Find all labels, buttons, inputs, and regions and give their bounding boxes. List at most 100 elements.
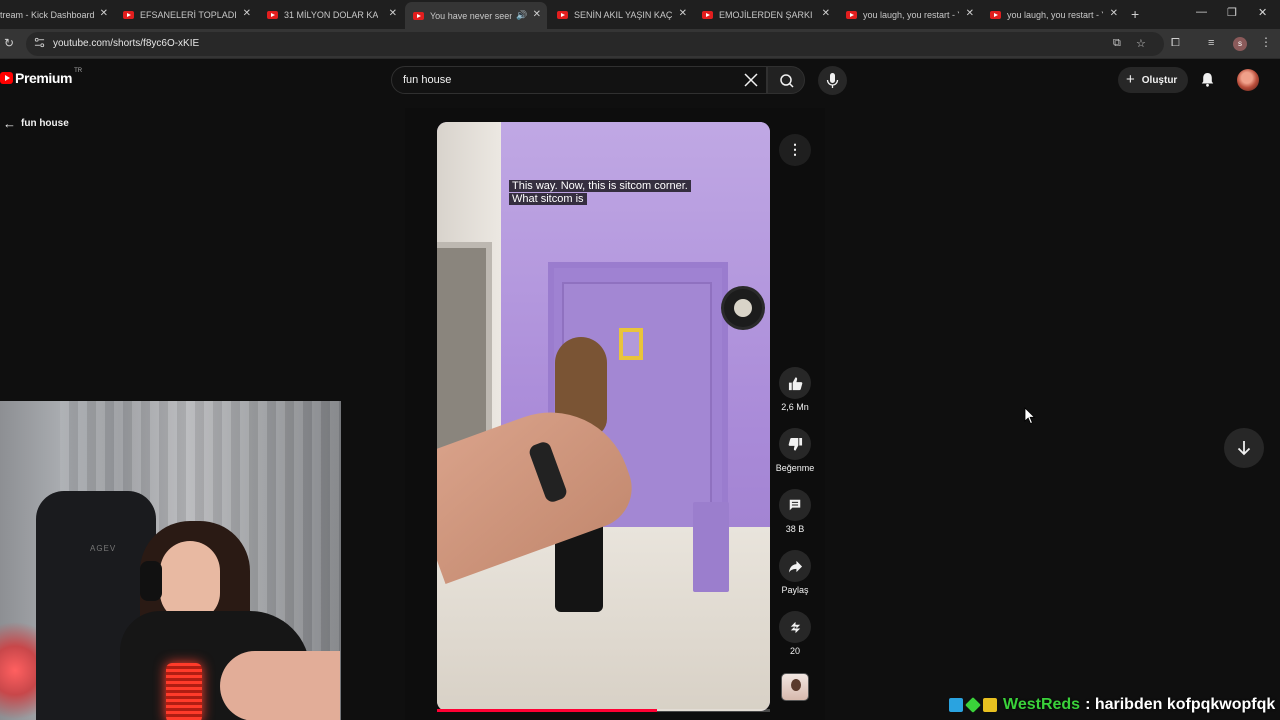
minimize-icon[interactable]: — — [1196, 6, 1207, 18]
chat-message-text: : haribden kofpqkwopfqk — [1085, 696, 1276, 713]
streamer-webcam-overlay: AGEV — [0, 401, 341, 720]
voice-search-button[interactable] — [818, 66, 847, 95]
site-info-icon[interactable] — [34, 37, 45, 48]
share-arrow-icon — [788, 560, 802, 573]
account-avatar[interactable] — [1237, 69, 1259, 91]
comments-button[interactable] — [779, 489, 811, 521]
browser-tab[interactable]: SENİN AKIL YAŞIN KAÇ? ✕ — [557, 4, 687, 26]
tab-title: tream - Kick Dashboard — [0, 10, 95, 20]
tab-close-icon[interactable]: ✕ — [389, 8, 397, 19]
tab-title: You have never seen — [430, 10, 512, 21]
youtube-premium-logo[interactable]: Premium TR — [0, 68, 83, 86]
tab-title: 31 MİLYON DOLAR KAZA — [284, 10, 378, 20]
caption-line: This way. Now, this is sitcom corner. — [509, 180, 691, 192]
remix-icon — [790, 621, 800, 633]
microphone-icon — [826, 73, 839, 88]
thumbs-up-icon — [788, 376, 802, 390]
youtube-favicon-icon — [702, 11, 713, 19]
browser-tab-active[interactable]: You have never seen 🔊 ✕ — [405, 2, 547, 29]
browser-profile-avatar[interactable]: s — [1233, 37, 1247, 51]
browser-tab[interactable]: EFSANELERİ TOPLADIM V ✕ — [123, 4, 251, 26]
search-query: fun house — [403, 74, 452, 86]
share-action: Paylaş — [771, 550, 819, 595]
browser-tab[interactable]: you laugh, you restart - Y ✕ — [990, 4, 1118, 26]
mouse-cursor-icon — [1024, 407, 1036, 425]
headset — [140, 561, 162, 601]
tab-close-icon[interactable]: ✕ — [822, 8, 830, 19]
youtube-favicon-icon — [267, 11, 278, 19]
address-bar[interactable]: youtube.com/shorts/f8yc6O-xKIE — [26, 32, 1164, 56]
dislike-button[interactable] — [779, 428, 811, 460]
tab-close-icon[interactable]: ✕ — [966, 8, 974, 19]
browser-tab-strip: tream - Kick Dashboard ✕ EFSANELERİ TOPL… — [0, 0, 1280, 29]
create-button[interactable]: + Oluştur — [1118, 67, 1188, 93]
tab-close-icon[interactable]: ✕ — [679, 8, 687, 19]
thumbs-down-icon — [788, 437, 802, 451]
tab-close-icon[interactable]: ✕ — [243, 8, 251, 19]
new-tab-icon[interactable]: + — [1131, 6, 1139, 22]
streamer-face — [160, 541, 220, 621]
rgb-microphone — [166, 663, 202, 720]
browser-tab[interactable]: 31 MİLYON DOLAR KAZA ✕ — [267, 4, 397, 26]
back-to-search-link[interactable]: ← fun house — [3, 116, 69, 131]
region-code: TR — [74, 68, 83, 74]
comments-action: 38 B — [771, 489, 819, 534]
tab-title: you laugh, you restart - Y — [863, 10, 959, 20]
browser-toolbar: ↻ youtube.com/shorts/f8yc6O-xKIE ⧉ ☆ ⧠ ≡… — [0, 29, 1280, 59]
search-icon — [780, 74, 794, 88]
install-app-icon[interactable]: ⧉ — [1113, 37, 1121, 50]
more-options-button[interactable]: ⋮ — [779, 134, 811, 166]
chair-brand-text: AGEV — [90, 544, 117, 553]
crown-badge-icon — [983, 698, 997, 712]
browser-menu-icon[interactable]: ⋮ — [1260, 35, 1272, 49]
tab-close-icon[interactable]: ✕ — [533, 9, 541, 20]
search-input[interactable]: fun house — [391, 66, 767, 94]
sun-mirror — [724, 289, 762, 327]
url-text: youtube.com/shorts/f8yc6O-xKIE — [53, 38, 200, 49]
tab-title: EMOJİLERDEN ŞARKI BUL — [719, 10, 815, 20]
clear-search-icon[interactable] — [742, 70, 760, 90]
youtube-favicon-icon — [990, 11, 1001, 19]
like-count: 2,6 Mn — [781, 402, 809, 412]
dislike-action: Beğenme — [771, 428, 819, 473]
next-short-button[interactable] — [1224, 428, 1264, 468]
extensions-icon[interactable]: ⧠ — [1171, 37, 1180, 50]
plus-icon: + — [1126, 70, 1135, 88]
share-label: Paylaş — [781, 585, 809, 595]
reload-icon[interactable]: ↻ — [4, 36, 14, 50]
sound-source-thumbnail[interactable] — [781, 673, 809, 701]
logo-text: Premium — [15, 70, 73, 86]
notifications-bell-icon[interactable] — [1199, 71, 1216, 88]
comment-count: 38 B — [785, 524, 805, 534]
video-progress-bar[interactable] — [437, 709, 770, 712]
browser-tab[interactable]: tream - Kick Dashboard ✕ — [0, 4, 108, 26]
tab-close-icon[interactable]: ✕ — [100, 8, 108, 19]
create-label: Oluştur — [1141, 74, 1178, 86]
arrow-down-icon — [1237, 441, 1251, 456]
comment-icon — [789, 499, 801, 511]
like-button[interactable] — [779, 367, 811, 399]
browser-tab[interactable]: you laugh, you restart - Y ✕ — [846, 4, 974, 26]
youtube-favicon-icon — [413, 11, 424, 20]
caption-line: What sitcom is — [509, 193, 587, 205]
search-button[interactable] — [767, 66, 805, 94]
bookmark-star-icon[interactable]: ☆ — [1136, 37, 1146, 50]
youtube-favicon-icon — [846, 11, 857, 19]
video-progress-fill — [437, 709, 657, 712]
browser-tab[interactable]: EMOJİLERDEN ŞARKI BUL ✕ — [702, 4, 830, 26]
remix-button[interactable] — [779, 611, 811, 643]
pin-badge-icon — [949, 698, 963, 712]
tab-title: EFSANELERİ TOPLADIM V — [140, 10, 236, 20]
dislike-label: Beğenme — [775, 463, 815, 473]
share-button[interactable] — [779, 550, 811, 582]
tab-title: you laugh, you restart - Y — [1007, 10, 1103, 20]
shorts-video[interactable]: This way. Now, this is sitcom corner. Wh… — [437, 122, 770, 711]
remix-action: 20 — [771, 611, 819, 656]
close-window-icon[interactable]: ✕ — [1258, 6, 1267, 19]
media-controls-icon[interactable]: ≡ — [1208, 37, 1214, 49]
restore-icon[interactable]: ❐ — [1227, 6, 1237, 19]
speaker-icon[interactable]: 🔊 — [516, 10, 527, 21]
tab-close-icon[interactable]: ✕ — [1110, 8, 1118, 19]
back-link-label: fun house — [21, 118, 69, 129]
purple-box — [693, 502, 729, 592]
